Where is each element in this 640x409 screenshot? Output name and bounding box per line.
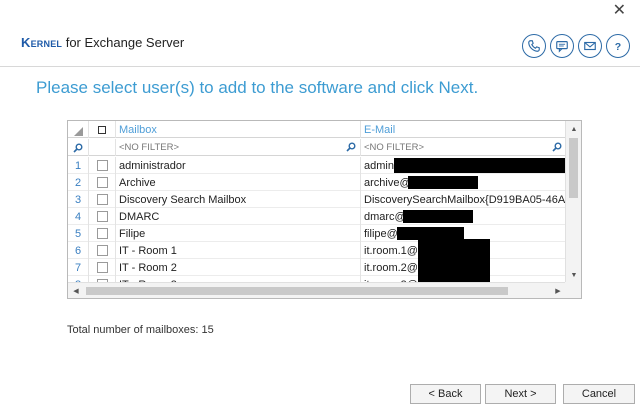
- horizontal-scrollbar[interactable]: ◀ ▶: [68, 282, 566, 298]
- mailbox-column-header[interactable]: Mailbox: [116, 121, 361, 138]
- select-all-checkbox[interactable]: [98, 125, 106, 134]
- scroll-up-icon[interactable]: ▲: [566, 121, 581, 137]
- row-checkbox[interactable]: [96, 194, 108, 205]
- row-checkbox-cell: [89, 208, 116, 225]
- row-checkbox-cell: [89, 174, 116, 191]
- cancel-button[interactable]: Cancel: [563, 384, 635, 404]
- table-row[interactable]: 7 IT - Room 2 it.room.2@: [68, 259, 566, 276]
- email-column-header[interactable]: E-Mail: [361, 121, 566, 138]
- search-icon[interactable]: [552, 142, 562, 152]
- select-all-cell: [89, 121, 116, 138]
- row-number: 7: [68, 259, 89, 276]
- table-row[interactable]: 1 administrador admin: [68, 157, 566, 174]
- app-title: Kernel for Exchange Server: [21, 35, 184, 50]
- close-icon[interactable]: ✕: [613, 3, 626, 19]
- redaction-bar: [418, 259, 490, 276]
- redaction-bar: [403, 210, 473, 223]
- header-divider: [0, 66, 640, 67]
- total-mailboxes-label: Total number of mailboxes: 15: [67, 324, 214, 336]
- redaction-bar: [418, 239, 490, 259]
- row-checkbox-cell: [89, 225, 116, 242]
- mailbox-filter-placeholder: <NO FILTER>: [119, 142, 180, 153]
- next-button[interactable]: Next >: [485, 384, 556, 404]
- mailbox-cell: IT - Room 1: [116, 242, 361, 259]
- phone-icon[interactable]: [522, 34, 546, 58]
- page-heading: Please select user(s) to add to the soft…: [36, 78, 479, 97]
- scrollbar-corner: [565, 282, 581, 298]
- back-button[interactable]: < Back: [410, 384, 481, 404]
- header-icons: ?: [522, 34, 630, 58]
- mailbox-cell: DMARC: [116, 208, 361, 225]
- scroll-down-icon[interactable]: ▼: [566, 267, 581, 283]
- row-checkbox-cell: [89, 242, 116, 259]
- mailbox-cell: Filipe: [116, 225, 361, 242]
- table-row[interactable]: 3 Discovery Search Mailbox DiscoverySear…: [68, 191, 566, 208]
- row-checkbox[interactable]: [96, 262, 108, 273]
- row-number: 3: [68, 191, 89, 208]
- filter-icon-cell: [68, 139, 89, 156]
- table-row[interactable]: 4 DMARC dmarc@: [68, 208, 566, 225]
- email-filter-input[interactable]: <NO FILTER>: [361, 139, 566, 156]
- vertical-scroll-thumb[interactable]: [569, 138, 578, 198]
- row-checkbox[interactable]: [96, 245, 108, 256]
- row-number-header: [68, 121, 89, 138]
- table-row[interactable]: 2 Archive archive@: [68, 174, 566, 191]
- corner-glyph: [73, 127, 83, 136]
- row-checkbox[interactable]: [96, 177, 108, 188]
- email-filter-placeholder: <NO FILTER>: [364, 142, 425, 153]
- redaction-bar: [408, 176, 478, 189]
- table-row[interactable]: 5 Filipe filipe@: [68, 225, 566, 242]
- search-icon[interactable]: [346, 142, 356, 152]
- chat-icon[interactable]: [550, 34, 574, 58]
- row-number: 4: [68, 208, 89, 225]
- row-checkbox[interactable]: [96, 228, 108, 239]
- row-checkbox-cell: [89, 191, 116, 208]
- mailbox-cell: Discovery Search Mailbox: [116, 191, 361, 208]
- redaction-bar: [394, 158, 566, 173]
- filter-check-cell: [89, 139, 116, 156]
- mailbox-filter-input[interactable]: <NO FILTER>: [116, 139, 361, 156]
- grid-header-row: Mailbox E-Mail: [68, 121, 566, 138]
- row-checkbox[interactable]: [96, 160, 108, 171]
- row-checkbox-cell: [89, 157, 116, 174]
- brand-kernel: Kernel: [21, 35, 63, 50]
- row-checkbox-cell: [89, 259, 116, 276]
- horizontal-scroll-thumb[interactable]: [86, 287, 508, 295]
- brand-suffix: for Exchange Server: [62, 35, 185, 50]
- table-row[interactable]: 6 IT - Room 1 it.room.1@: [68, 239, 566, 259]
- row-number: 6: [68, 242, 89, 259]
- svg-text:?: ?: [615, 41, 621, 53]
- vertical-scrollbar[interactable]: ▲ ▼: [565, 121, 581, 283]
- email-icon[interactable]: [578, 34, 602, 58]
- help-icon[interactable]: ?: [606, 34, 630, 58]
- mailbox-cell: Archive: [116, 174, 361, 191]
- email-cell: DiscoverySearchMailbox{D919BA05-46A: [364, 193, 566, 206]
- mailbox-cell: administrador: [116, 157, 361, 174]
- row-checkbox[interactable]: [96, 211, 108, 222]
- search-icon: [73, 143, 83, 153]
- filter-row: <NO FILTER> <NO FILTER>: [68, 139, 566, 156]
- scroll-left-icon[interactable]: ◀: [68, 283, 84, 298]
- mailbox-cell: IT - Room 2: [116, 259, 361, 276]
- row-number: 1: [68, 157, 89, 174]
- row-number: 2: [68, 174, 89, 191]
- row-number: 5: [68, 225, 89, 242]
- mailbox-grid: Mailbox E-Mail <NO FILTER> <NO FILTER> 1…: [67, 120, 582, 299]
- scroll-right-icon[interactable]: ▶: [550, 283, 566, 298]
